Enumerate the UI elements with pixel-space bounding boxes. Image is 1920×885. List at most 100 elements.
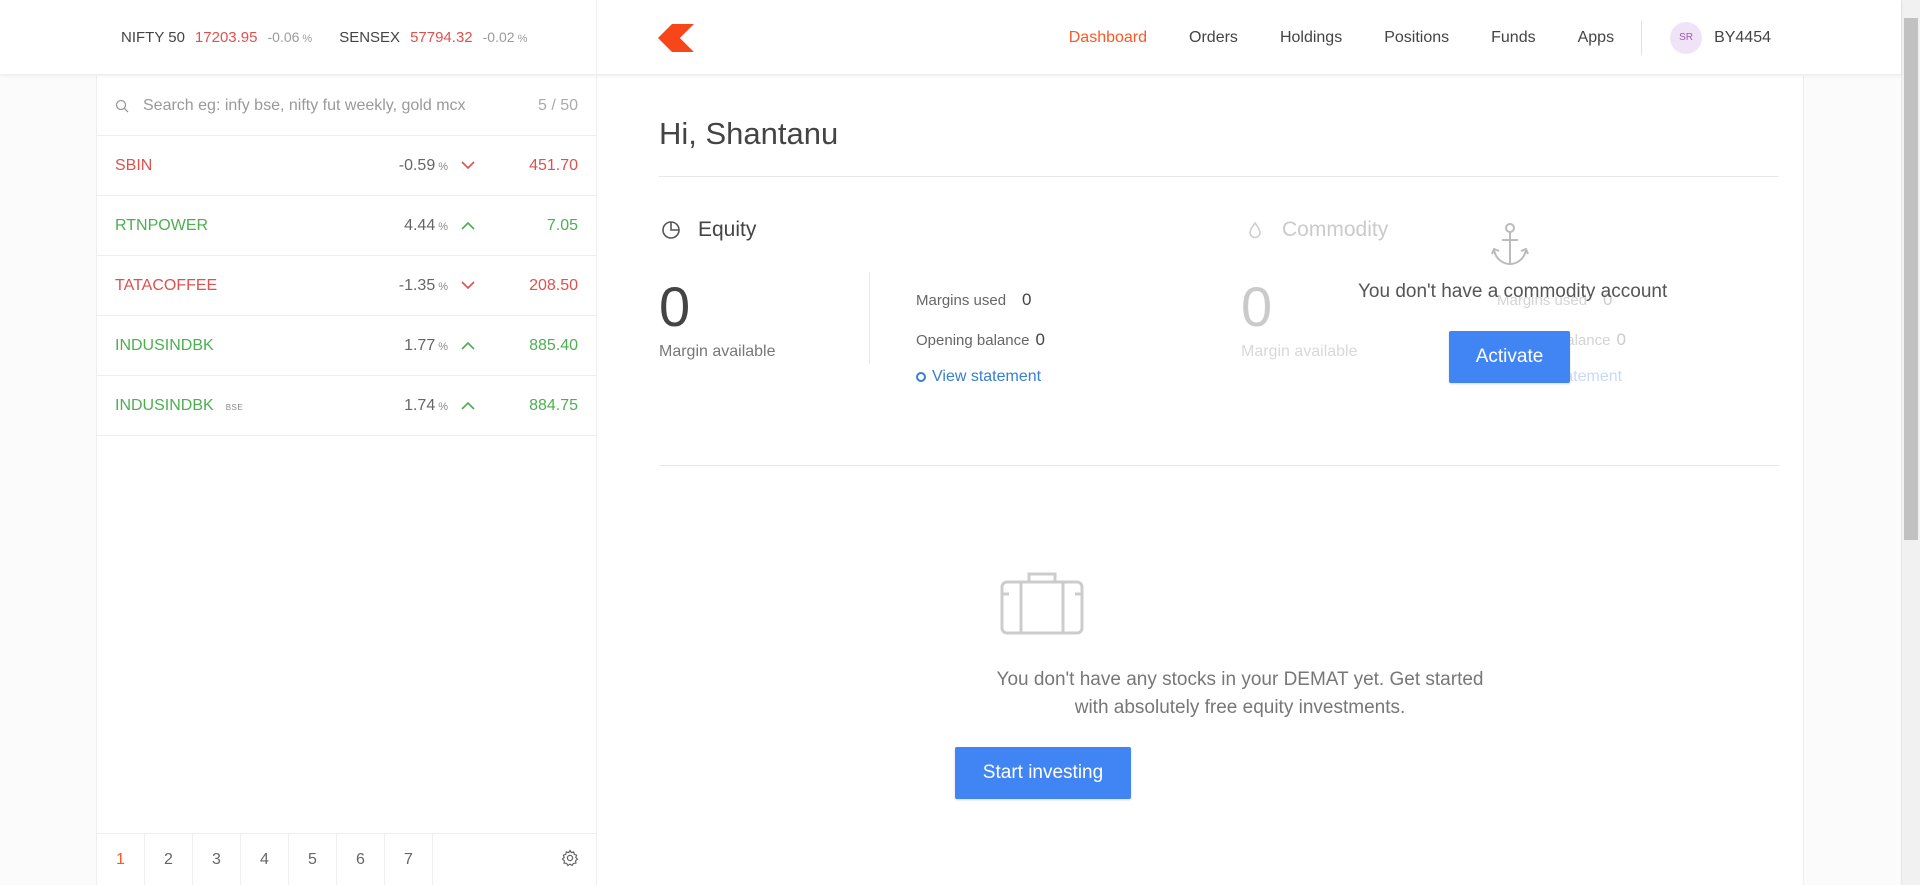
watchlist-item[interactable]: INDUSINDBK BSE 1.74% 884.75 [97,376,596,436]
gear-icon[interactable] [560,848,580,868]
empty-holdings-line-2: with absolutely free equity investments. [1074,697,1406,718]
scrollbar-thumb[interactable] [1904,18,1918,540]
index-change: -0.06% [268,29,313,45]
chevron-down-icon [448,161,488,170]
commodity-margin-available: 0 [1241,275,1273,338]
margins-used-label: Margins used [916,292,1007,309]
page-5[interactable]: 5 [289,834,337,885]
empty-holdings-message: You don't have any stocks in your DEMAT … [815,666,1665,722]
kite-logo[interactable] [658,24,700,52]
instrument-change: -0.59% [328,157,448,175]
index-nifty[interactable]: NIFTY 50 17203.95 -0.06% [121,29,312,46]
avatar: SR [1670,21,1703,54]
percent-sign: % [517,33,528,45]
watchlist-item[interactable]: INDUSINDBK 1.77% 885.40 [97,316,596,376]
nav-funds[interactable]: Funds [1491,29,1535,47]
symbol-text: SBIN [115,156,153,174]
index-value: 57794.32 [410,29,473,46]
equity-title: Equity [661,218,756,242]
nav-orders[interactable]: Orders [1189,29,1238,47]
no-commodity-message: You don't have a commodity account [1358,281,1668,302]
symbol-text: RTNPOWER [115,216,209,234]
change-value: 1.77 [404,336,436,354]
percent-sign: % [438,160,448,173]
market-indices: NIFTY 50 17203.95 -0.06% SENSEX 57794.32… [0,0,597,75]
change-value: -1.35 [398,276,436,294]
instrument-price: 7.05 [546,216,578,234]
symbol-text: TATACOFFEE [115,276,218,294]
equity-margins-used: Margins used 0 [916,290,1032,310]
chevron-up-icon [448,341,488,350]
instrument-symbol: INDUSINDBK BSE [115,397,328,415]
nav-positions[interactable]: Positions [1384,29,1449,47]
nav-dashboard[interactable]: Dashboard [1069,29,1147,47]
activate-button[interactable]: Activate [1449,331,1570,383]
page-6[interactable]: 6 [337,834,385,885]
page-1[interactable]: 1 [97,834,145,885]
instrument-price: 208.50 [529,276,578,294]
commodity-margin-label: Margin available [1241,343,1358,360]
chevron-up-icon [448,221,488,230]
index-sensex[interactable]: SENSEX 57794.32 -0.02% [339,29,527,46]
top-header: NIFTY 50 17203.95 -0.06% SENSEX 57794.32… [0,0,1901,75]
nav-divider [1641,20,1643,55]
pie-chart-icon [662,221,680,239]
margins-used-value: 0 [1022,290,1032,309]
briefcase-icon [1000,572,1084,635]
change-value: -0.59 [398,156,436,174]
commodity-title: Commodity [1245,218,1388,242]
instrument-symbol: TATACOFFEE [115,277,328,295]
nav-apps[interactable]: Apps [1578,29,1614,47]
percent-sign: % [438,400,448,413]
instrument-change: 4.44% [328,217,448,235]
index-change-value: -0.06 [267,29,300,45]
watchlist-item[interactable]: SBIN -0.59% 451.70 [97,136,596,196]
drop-icon [1249,221,1261,239]
chevron-down-icon [448,281,488,290]
divider [659,176,1779,177]
page-3[interactable]: 3 [193,834,241,885]
change-value: 1.74 [404,396,436,414]
marketwatch-sidebar: Search eg: infy bse, nifty fut weekly, g… [96,76,597,885]
percent-sign: % [438,280,448,293]
watchlist-count: 5 / 50 [537,96,578,114]
index-change: -0.02% [483,29,528,45]
instrument-search[interactable]: Search eg: infy bse, nifty fut weekly, g… [97,76,596,136]
start-investing-button[interactable]: Start investing [955,747,1131,799]
user-menu[interactable]: SR BY4454 [1670,21,1771,54]
page-7[interactable]: 7 [385,834,433,885]
search-icon [115,99,129,112]
view-statement-link[interactable]: View statement [916,368,1041,386]
percent-sign: % [438,220,448,233]
opening-balance-label: Opening balance [916,332,1030,349]
symbol-text: INDUSINDBK [115,396,214,414]
index-change-value: -0.02 [482,29,515,45]
instrument-change: -1.35% [328,277,448,295]
watchlist-pagination: 1 2 3 4 5 6 7 [97,833,596,885]
equity-margin-available: 0 [659,275,691,338]
empty-holdings-line-1: You don't have any stocks in your DEMAT … [996,669,1484,690]
equity-opening-balance: Opening balance 0 [916,330,1045,350]
opening-balance-value: 0 [1616,330,1626,349]
main-nav: Dashboard Orders Holdings Positions Fund… [1069,0,1901,75]
watchlist-item[interactable]: RTNPOWER 4.44% 7.05 [97,196,596,256]
change-value: 4.44 [404,216,436,234]
exchange-tag: BSE [225,402,244,412]
index-name: NIFTY 50 [121,29,185,46]
nav-holdings[interactable]: Holdings [1280,29,1342,47]
percent-sign: % [438,340,448,353]
instrument-symbol: RTNPOWER [115,217,328,235]
scrollbar[interactable] [1901,0,1920,885]
opening-balance-value: 0 [1035,330,1045,349]
view-statement-text: View statement [932,368,1042,385]
watchlist-item[interactable]: TATACOFFEE -1.35% 208.50 [97,256,596,316]
equity-margin-label: Margin available [659,343,776,360]
instrument-price: 451.70 [529,156,578,174]
page-2[interactable]: 2 [145,834,193,885]
anchor-icon [1491,223,1529,266]
dashboard-main: Hi, Shantanu Equity 0 Margin available M… [597,76,1804,885]
instrument-change: 1.74% [328,397,448,415]
page-4[interactable]: 4 [241,834,289,885]
instrument-symbol: INDUSINDBK [115,337,328,355]
search-input[interactable]: Search eg: infy bse, nifty fut weekly, g… [143,97,538,115]
